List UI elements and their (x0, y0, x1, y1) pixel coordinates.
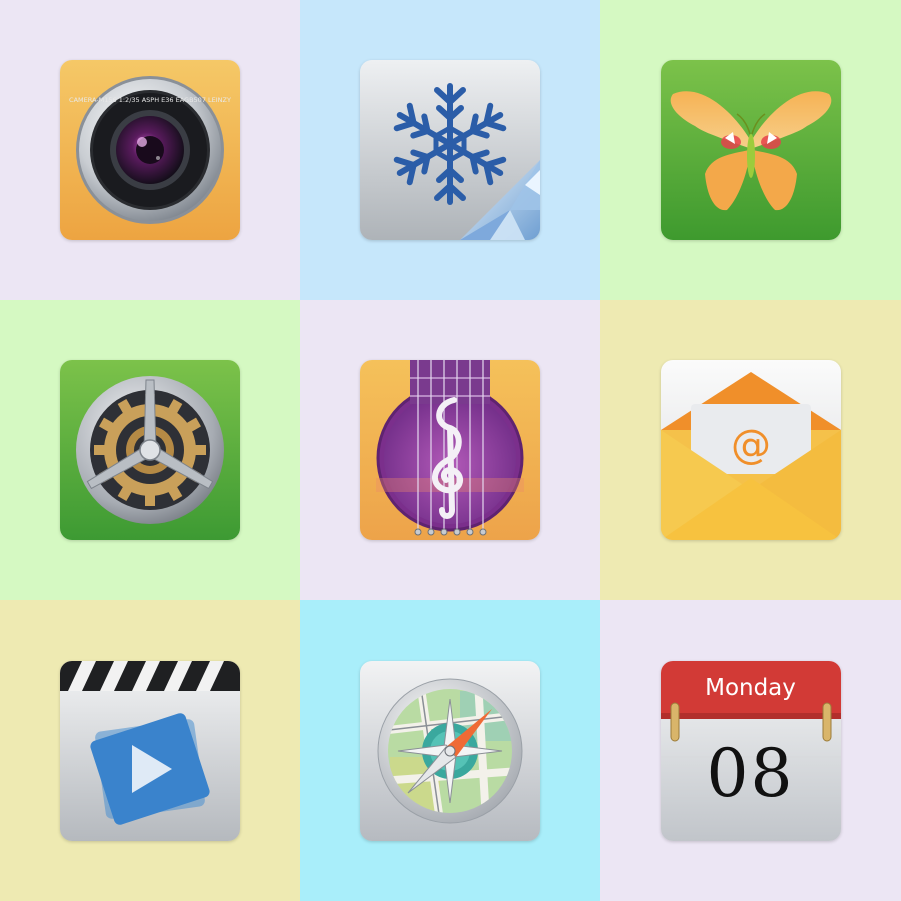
app-calendar[interactable]: Monday 08 (660, 660, 841, 841)
compass-map-icon (360, 660, 540, 841)
camera-lens-icon: CAMERA-M156 1:2/35 ASPH E36 EAGB507 LEIN… (60, 60, 240, 240)
icon-grid: CAMERA-M156 1:2/35 ASPH E36 EAGB507 LEIN… (0, 0, 901, 901)
lens-text: CAMERA-M156 1:2/35 ASPH E36 EAGB507 LEIN… (69, 96, 231, 104)
cell-video (0, 600, 300, 901)
cell-music (300, 300, 600, 600)
calendar-day: Monday (705, 674, 796, 701)
cell-compass (300, 600, 600, 901)
at-symbol: @ (731, 422, 771, 468)
cell-settings (0, 300, 300, 600)
app-mail[interactable]: @ (660, 360, 841, 540)
app-camera[interactable]: CAMERA-M156 1:2/35 ASPH E36 EAGB507 LEIN… (60, 60, 240, 240)
cell-calendar: Monday 08 (600, 600, 901, 901)
calendar-date: 08 (706, 734, 795, 812)
cell-butterfly (600, 0, 901, 300)
app-music[interactable] (360, 360, 540, 540)
cell-snowflake (300, 0, 600, 300)
snowflake-icon (360, 60, 540, 240)
cell-mail: @ (600, 300, 901, 600)
app-settings[interactable] (60, 360, 240, 540)
app-snowflake[interactable] (360, 60, 540, 240)
mail-envelope-icon: @ (660, 360, 841, 540)
gear-settings-icon (60, 360, 240, 540)
guitar-music-icon (360, 360, 540, 540)
app-video[interactable] (60, 660, 240, 841)
app-compass[interactable] (360, 660, 540, 841)
butterfly-icon (660, 60, 841, 240)
app-butterfly[interactable] (660, 60, 841, 240)
cell-camera: CAMERA-M156 1:2/35 ASPH E36 EAGB507 LEIN… (0, 0, 300, 300)
video-clapper-icon (60, 660, 240, 841)
